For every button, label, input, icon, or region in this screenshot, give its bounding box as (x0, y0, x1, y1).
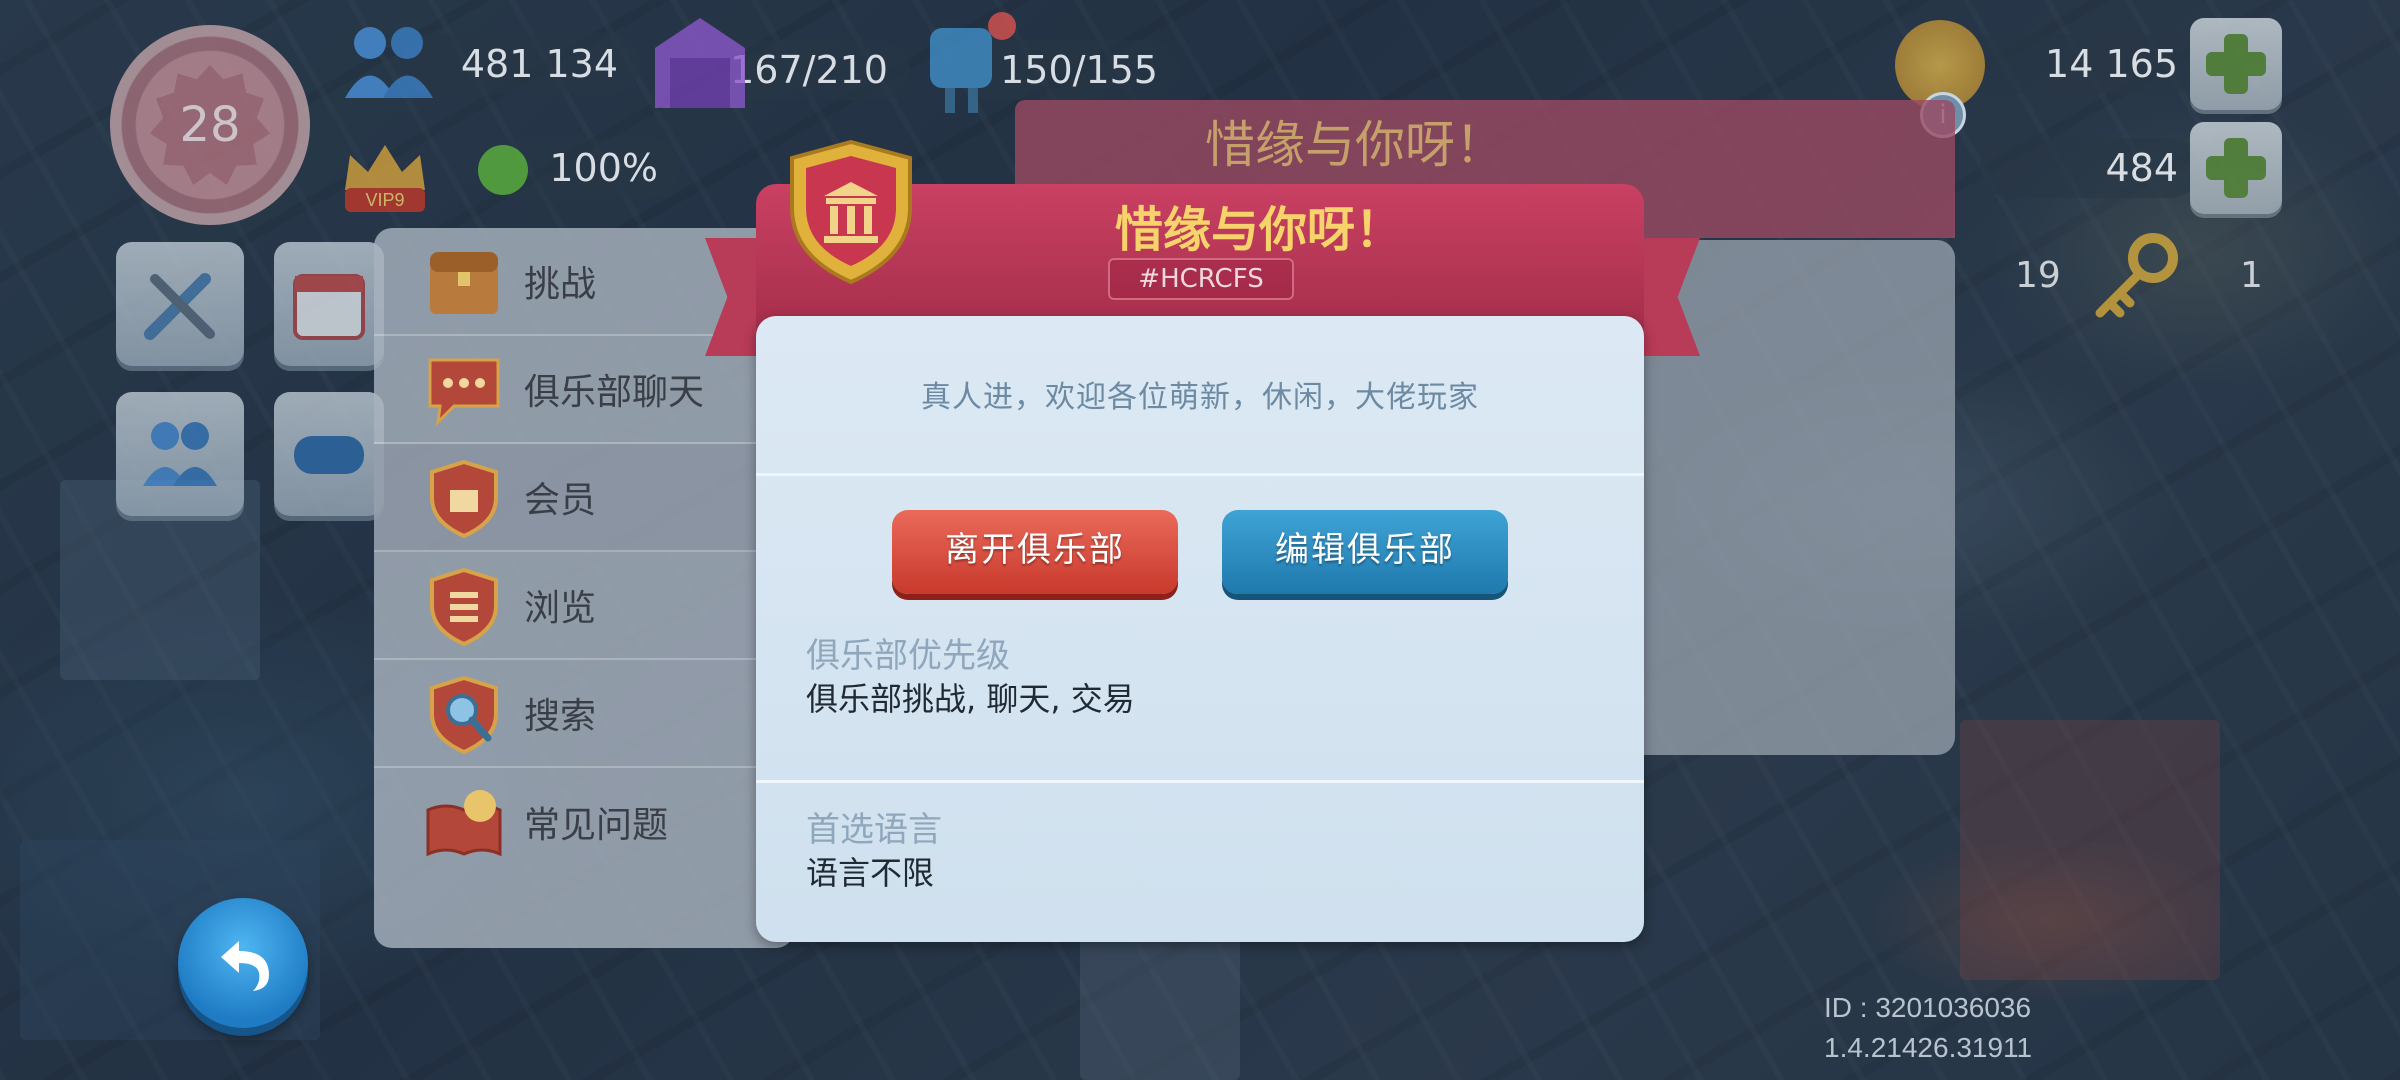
storage-warehouse-icon (655, 18, 745, 108)
edit-club-button[interactable]: 编辑俱乐部 (1222, 510, 1508, 594)
club-tag: #HCRCFS (1108, 258, 1294, 300)
back-arrow-icon (221, 941, 269, 991)
player-id: ID : 3201036036 (1824, 992, 2032, 1023)
club-panel-title: 惜缘与你呀！ (1205, 116, 1505, 174)
friends-button[interactable] (116, 392, 244, 516)
happiness-value: 100% (549, 146, 658, 190)
water-value: 150/155 (1000, 48, 1158, 92)
menu-item-members[interactable]: 会员 (374, 444, 794, 552)
menu-item-faq[interactable]: 常见问题 (374, 768, 794, 876)
calendar-icon (293, 274, 365, 340)
menu-label: 会员 (524, 480, 597, 521)
club-shield-icon (430, 459, 498, 538)
vip-label: VIP9 (365, 190, 404, 210)
chat-bubble-icon (428, 358, 500, 427)
water-tower-icon (930, 12, 1016, 113)
level-badge[interactable]: 28 (110, 25, 310, 225)
population-value: 481 134 (460, 42, 618, 86)
calendar-button[interactable] (274, 242, 384, 366)
population-icon (345, 27, 433, 98)
level-star-icon: 28 (150, 65, 270, 185)
build-info: ID : 3201036036 1.4.21426.31911 (1824, 988, 2032, 1068)
simcash-pill[interactable]: 484 (1980, 138, 2200, 198)
club-description-area: 真人进，欢迎各位萌新，休闲，大佬玩家 (756, 316, 1644, 476)
wrench-screwdriver-icon (144, 273, 215, 340)
add-simoleons-button[interactable] (2190, 18, 2282, 110)
menu-label: 挑战 (524, 264, 597, 305)
simcash-value: 484 (2105, 146, 2178, 190)
club-panel-stat: 19 (2015, 255, 2061, 296)
happiness-smiley-icon (478, 145, 528, 195)
priority-value: 俱乐部挑战, 聊天, 交易 (806, 680, 1135, 718)
keys-value: 1 (2240, 255, 2263, 296)
menu-item-search[interactable]: 搜索 (374, 660, 794, 768)
menu-label: 俱乐部聊天 (524, 372, 705, 413)
leave-club-button[interactable]: 离开俱乐部 (892, 510, 1178, 594)
priority-label: 俱乐部优先级 (806, 636, 1010, 676)
menu-label: 搜索 (524, 696, 597, 737)
magnifier-icon (430, 675, 498, 754)
club-shield-emblem-icon (790, 139, 912, 285)
back-button[interactable] (178, 898, 308, 1028)
club-description: 真人进，欢迎各位萌新，休闲，大佬玩家 (921, 380, 1479, 415)
menu-item-browse[interactable]: 浏览 (374, 552, 794, 660)
language-label: 首选语言 (806, 810, 942, 850)
tools-button[interactable] (116, 242, 244, 366)
games-button[interactable] (274, 392, 384, 516)
browse-shield-icon (430, 567, 498, 646)
language-value: 语言不限 (806, 854, 935, 892)
simoleons-value: 14 165 (2045, 42, 2178, 86)
menu-label: 常见问题 (524, 805, 669, 846)
section-divider (756, 780, 1644, 783)
faq-book-icon (426, 790, 502, 857)
club-dialog: 真人进，欢迎各位萌新，休闲，大佬玩家 离开俱乐部 编辑俱乐部 俱乐部优先级 俱乐… (756, 316, 1644, 942)
gamepad-icon (294, 436, 364, 474)
add-simcash-button[interactable] (2190, 122, 2282, 214)
vip-crown-icon[interactable]: VIP9 (330, 130, 440, 220)
menu-label: 浏览 (524, 588, 597, 629)
version-number: 1.4.21426.31911 (1824, 1032, 2033, 1063)
friends-icon (143, 422, 217, 486)
treasure-chest-icon (430, 252, 498, 314)
level-number: 28 (179, 97, 241, 153)
key-icon (2095, 233, 2178, 318)
